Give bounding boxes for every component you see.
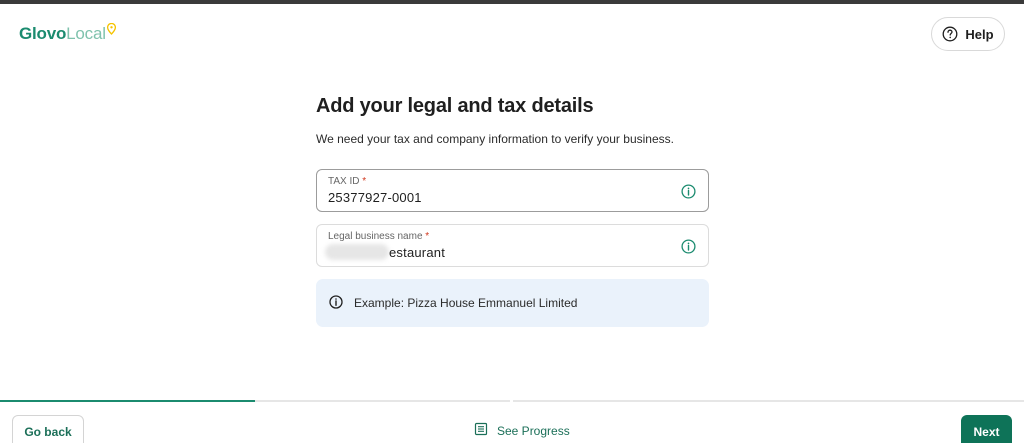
window-top-strip (0, 0, 1024, 4)
required-asterisk: * (425, 231, 430, 242)
legal-business-name-label-text: Legal business name (328, 231, 423, 242)
help-label: Help (965, 26, 994, 42)
question-circle-icon (942, 26, 958, 42)
legal-business-name-field[interactable]: Legal business name * estaurant (316, 224, 709, 267)
info-icon (329, 294, 343, 312)
form-intro: Add your legal and tax details We need y… (316, 95, 708, 146)
hint-text: Example: Pizza House Emmanuel Limited (354, 296, 578, 310)
page-title: Add your legal and tax details (316, 95, 594, 117)
progress-step-divider (510, 399, 513, 403)
see-progress-label: See Progress (497, 423, 570, 438)
see-progress-button[interactable]: See Progress (474, 422, 570, 439)
legal-business-name-value[interactable]: estaurant (389, 245, 445, 260)
redacted-text-blur (325, 244, 389, 260)
help-button[interactable]: Help (931, 17, 1005, 51)
tax-id-label-text: TAX ID (328, 176, 360, 187)
tax-id-value[interactable]: 25377927-0001 (328, 190, 422, 205)
legal-business-name-label: Legal business name * (328, 231, 429, 242)
page-subtitle: We need your tax and company information… (316, 132, 674, 146)
glovo-local-logo: Glovo Local (19, 21, 116, 44)
example-hint-box: Example: Pizza House Emmanuel Limited (316, 279, 709, 327)
go-back-button[interactable]: Go back (12, 415, 84, 443)
tax-id-label: TAX ID * (328, 176, 366, 187)
logo-text-glovo: Glovo (19, 24, 67, 43)
info-icon[interactable] (681, 184, 696, 204)
info-icon[interactable] (681, 239, 696, 259)
location-pin-icon (106, 21, 116, 41)
progress-bar-fill (0, 400, 255, 402)
tax-id-field[interactable]: TAX ID * 25377927-0001 (316, 169, 709, 212)
logo-text-local: Local (66, 24, 106, 43)
next-button[interactable]: Next (961, 415, 1012, 443)
list-icon (474, 422, 488, 439)
required-asterisk: * (362, 176, 367, 187)
